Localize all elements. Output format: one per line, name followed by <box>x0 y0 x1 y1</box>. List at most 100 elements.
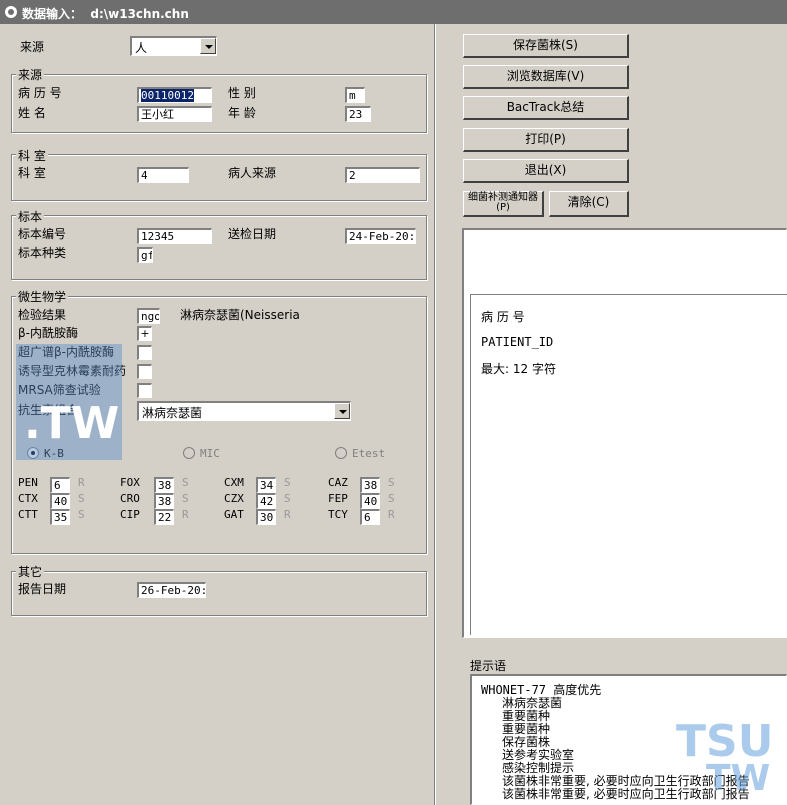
patient-origin-input[interactable]: 2 <box>345 167 420 183</box>
result-label: 检验结果 <box>18 308 67 322</box>
specimen-number-label: 标本编号 <box>18 227 67 241</box>
source-combo[interactable]: 人 <box>130 36 217 56</box>
report-date-input[interactable]: 26-Feb-20: <box>137 582 206 598</box>
ab-code: FEP <box>328 492 348 505</box>
ab-value-input[interactable]: 22 <box>154 509 174 525</box>
title-bar: 数据输入： d:\w13chn.chn <box>0 0 787 24</box>
result-input[interactable]: ngo <box>137 308 160 324</box>
patient-group <box>11 74 427 133</box>
report-date-label: 报告日期 <box>18 582 67 596</box>
ab-value-input[interactable]: 35 <box>50 509 70 525</box>
clear-button[interactable]: 清除(C) <box>549 191 629 217</box>
ab-value-input[interactable]: 40 <box>50 493 70 509</box>
ab-code: CTX <box>18 492 38 505</box>
antibiotic-panel-combo[interactable]: 淋病奈瑟菌 <box>137 401 351 421</box>
age-label: 年 龄 <box>228 106 256 120</box>
print-button[interactable]: 打印(P) <box>463 128 629 152</box>
chevron-down-icon[interactable] <box>334 403 350 419</box>
ab-value-input[interactable]: 6 <box>360 509 380 525</box>
ab-value-input[interactable]: 38 <box>154 477 174 493</box>
save-isolate-button[interactable]: 保存菌株(S) <box>463 34 629 58</box>
exit-button[interactable]: 退出(X) <box>463 159 629 183</box>
ab-code: TCY <box>328 508 348 521</box>
ab-code: CAZ <box>328 476 348 489</box>
browse-database-button[interactable]: 浏览数据库(V) <box>463 65 629 89</box>
isolate-alert-button[interactable]: 细菌补测通知器(P) <box>463 191 544 217</box>
radio-etest-label: Etest <box>352 447 386 460</box>
specimen-type-input[interactable]: gf <box>137 247 153 263</box>
ab-interp: S <box>284 476 291 489</box>
ab-interp: R <box>78 476 85 489</box>
induced-clindamycin-field[interactable] <box>137 364 152 379</box>
ab-value-input[interactable]: 30 <box>256 509 276 525</box>
ab-interp: R <box>388 508 395 521</box>
ab-interp: R <box>284 508 291 521</box>
mrsa-screen-field[interactable] <box>137 383 152 398</box>
ab-interp: S <box>388 476 395 489</box>
ab-code: GAT <box>224 508 244 521</box>
submit-date-input[interactable]: 24-Feb-20: <box>345 228 416 244</box>
organism-name: 淋病奈瑟菌(Neisseria <box>180 308 300 322</box>
chevron-down-icon[interactable] <box>200 38 216 54</box>
radio-mic-label: MIC <box>200 447 220 460</box>
ab-code: CZX <box>224 492 244 505</box>
ab-code: CXM <box>224 476 244 489</box>
ab-value-input[interactable]: 38 <box>360 477 380 493</box>
ab-value-input[interactable]: 42 <box>256 493 276 509</box>
ab-code: FOX <box>120 476 140 489</box>
dept-group-title: 科 室 <box>16 147 48 164</box>
ab-value-input[interactable]: 6 <box>50 477 70 493</box>
beta-lactamase-field[interactable]: + <box>137 326 152 341</box>
patient-group-title: 来源 <box>16 66 45 83</box>
antibiotic-panel-value: 淋病奈瑟菌 <box>142 406 203 420</box>
ab-value-input[interactable]: 40 <box>360 493 380 509</box>
dept-input[interactable]: 4 <box>137 167 189 183</box>
name-label: 姓 名 <box>18 106 46 120</box>
patient-id-value: 00110012 <box>141 89 194 102</box>
ab-interp: S <box>284 492 291 505</box>
bactrack-summary-button[interactable]: BacTrack总结 <box>463 96 629 120</box>
ab-interp: R <box>182 508 189 521</box>
radio-etest[interactable] <box>335 447 347 459</box>
patient-id-label: 病 历 号 <box>18 86 62 100</box>
info-field-max: 最大: 12 字符 <box>481 362 556 376</box>
patient-origin-label: 病人来源 <box>228 166 277 180</box>
patient-id-input[interactable]: 00110012 <box>137 87 212 103</box>
other-group-title: 其它 <box>16 563 45 580</box>
window-title: 数据输入： d:\w13chn.chn <box>22 7 189 21</box>
watermark-left: .TW <box>16 344 122 460</box>
ab-interp: S <box>78 492 85 505</box>
info-field-name: 病 历 号 <box>481 310 525 324</box>
ab-code: CRO <box>120 492 140 505</box>
sex-input[interactable]: m <box>345 87 365 103</box>
submit-date-label: 送检日期 <box>228 227 277 241</box>
radio-mic[interactable] <box>183 447 195 459</box>
ab-interp: S <box>182 476 189 489</box>
ab-value-input[interactable]: 38 <box>154 493 174 509</box>
dept-label: 科 室 <box>18 166 46 180</box>
sex-label: 性 别 <box>228 86 256 100</box>
source-label: 来源 <box>20 40 45 54</box>
vertical-separator <box>434 24 435 805</box>
ab-interp: S <box>78 508 85 521</box>
ab-code: CTT <box>18 508 38 521</box>
source-combo-value: 人 <box>135 41 148 55</box>
ab-code: CIP <box>120 508 140 521</box>
esbl-field[interactable] <box>137 345 152 360</box>
ab-interp: S <box>182 492 189 505</box>
ab-code: PEN <box>18 476 38 489</box>
hints-label: 提示语 <box>470 659 507 673</box>
name-input[interactable]: 王小红 <box>137 106 212 122</box>
beta-lactamase-label: β-内酰胺酶 <box>18 326 78 340</box>
info-field-code: PATIENT_ID <box>481 335 554 349</box>
specimen-group-title: 标本 <box>16 208 45 225</box>
ab-interp: S <box>388 492 395 505</box>
microbiology-group-title: 微生物学 <box>16 288 69 305</box>
watermark-right-bottom: TW <box>706 758 771 799</box>
specimen-type-label: 标本种类 <box>18 246 67 260</box>
specimen-number-input[interactable]: 12345 <box>137 228 212 244</box>
age-input[interactable]: 23 <box>345 106 371 122</box>
specimen-group <box>11 215 427 280</box>
other-group <box>11 571 427 616</box>
ab-value-input[interactable]: 34 <box>256 477 276 493</box>
